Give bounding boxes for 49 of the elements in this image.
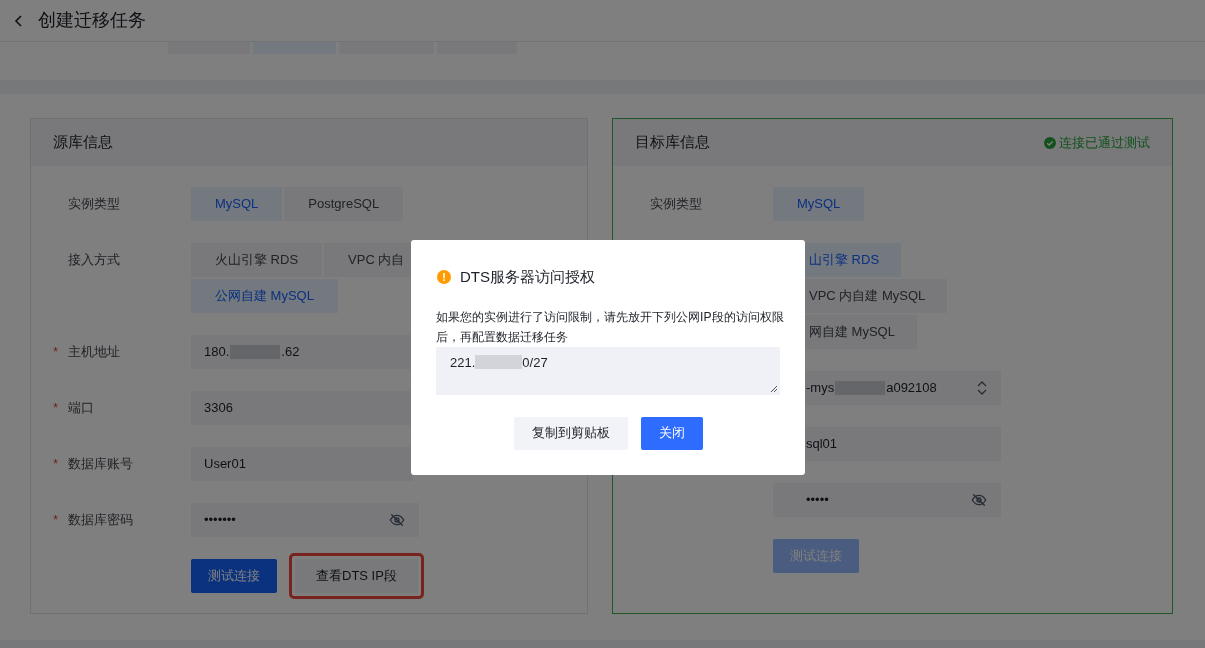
option-button[interactable]: MySQL xyxy=(773,187,865,221)
field-value: sql01 xyxy=(806,435,838,454)
panel-title: 源库信息 xyxy=(53,132,113,153)
required-mark: * xyxy=(53,455,60,474)
eye-off-icon[interactable] xyxy=(389,512,405,528)
field-label: 接入方式 xyxy=(68,251,120,270)
field-label: 实例类型 xyxy=(650,195,702,214)
field-label: 主机地址 xyxy=(68,343,120,362)
option-button[interactable]: 火山引擎 RDS xyxy=(191,243,323,277)
status-text: 连接已通过测试 xyxy=(1059,133,1150,152)
resize-grip-icon[interactable] xyxy=(770,384,778,393)
field-value: 0/27 xyxy=(522,353,548,372)
field-label: 实例类型 xyxy=(68,195,120,214)
input-field[interactable]: 3306 xyxy=(191,391,413,425)
ip-range-field[interactable]: 221. 0/27 xyxy=(436,346,780,395)
action-button[interactable]: 测试连接 xyxy=(191,559,277,593)
eye-off-icon[interactable] xyxy=(971,492,987,508)
input-field[interactable]: 180. .62 xyxy=(191,335,413,369)
field-value: ••••••• xyxy=(204,511,236,530)
page-title: 创建迁移任务 xyxy=(38,9,146,32)
field-value: .62 xyxy=(281,343,300,362)
option-button[interactable]: 公网自建 MySQL xyxy=(191,279,338,313)
input-field[interactable]: User01 xyxy=(191,447,413,481)
panel-title: 目标库信息 xyxy=(635,132,710,153)
field-label: 端口 xyxy=(68,399,94,418)
field-label: 数据库账号 xyxy=(68,455,133,474)
field-value: 221. xyxy=(450,353,476,372)
field-value: -mys xyxy=(806,379,835,398)
password-field[interactable]: ••••• xyxy=(773,483,1001,517)
field-value: User01 xyxy=(204,455,246,474)
redacted-block xyxy=(475,354,523,369)
dialog-button[interactable]: 复制到剪贴板 xyxy=(513,416,628,450)
option-button[interactable]: MySQL xyxy=(191,187,283,221)
field-label: 数据库密码 xyxy=(68,511,133,530)
warning-icon xyxy=(437,270,451,285)
field-value: 180. xyxy=(204,343,230,362)
action-button[interactable]: 查看DTS IP段 xyxy=(289,553,424,599)
required-mark: * xyxy=(53,511,60,530)
spinner-arrows-icon[interactable] xyxy=(977,380,987,396)
field-value: ••••• xyxy=(806,491,829,510)
field-value: a092108 xyxy=(886,379,937,398)
required-mark: * xyxy=(53,343,60,362)
dialog-button[interactable]: 关闭 xyxy=(640,416,703,450)
dialog-title: DTS服务器访问授权 xyxy=(460,267,595,287)
required-mark: * xyxy=(53,399,60,418)
option-button[interactable]: PostgreSQL xyxy=(284,187,404,221)
check-circle-icon xyxy=(1044,136,1056,149)
password-field[interactable]: ••••••• xyxy=(191,503,419,537)
field-value: 3306 xyxy=(204,399,233,418)
